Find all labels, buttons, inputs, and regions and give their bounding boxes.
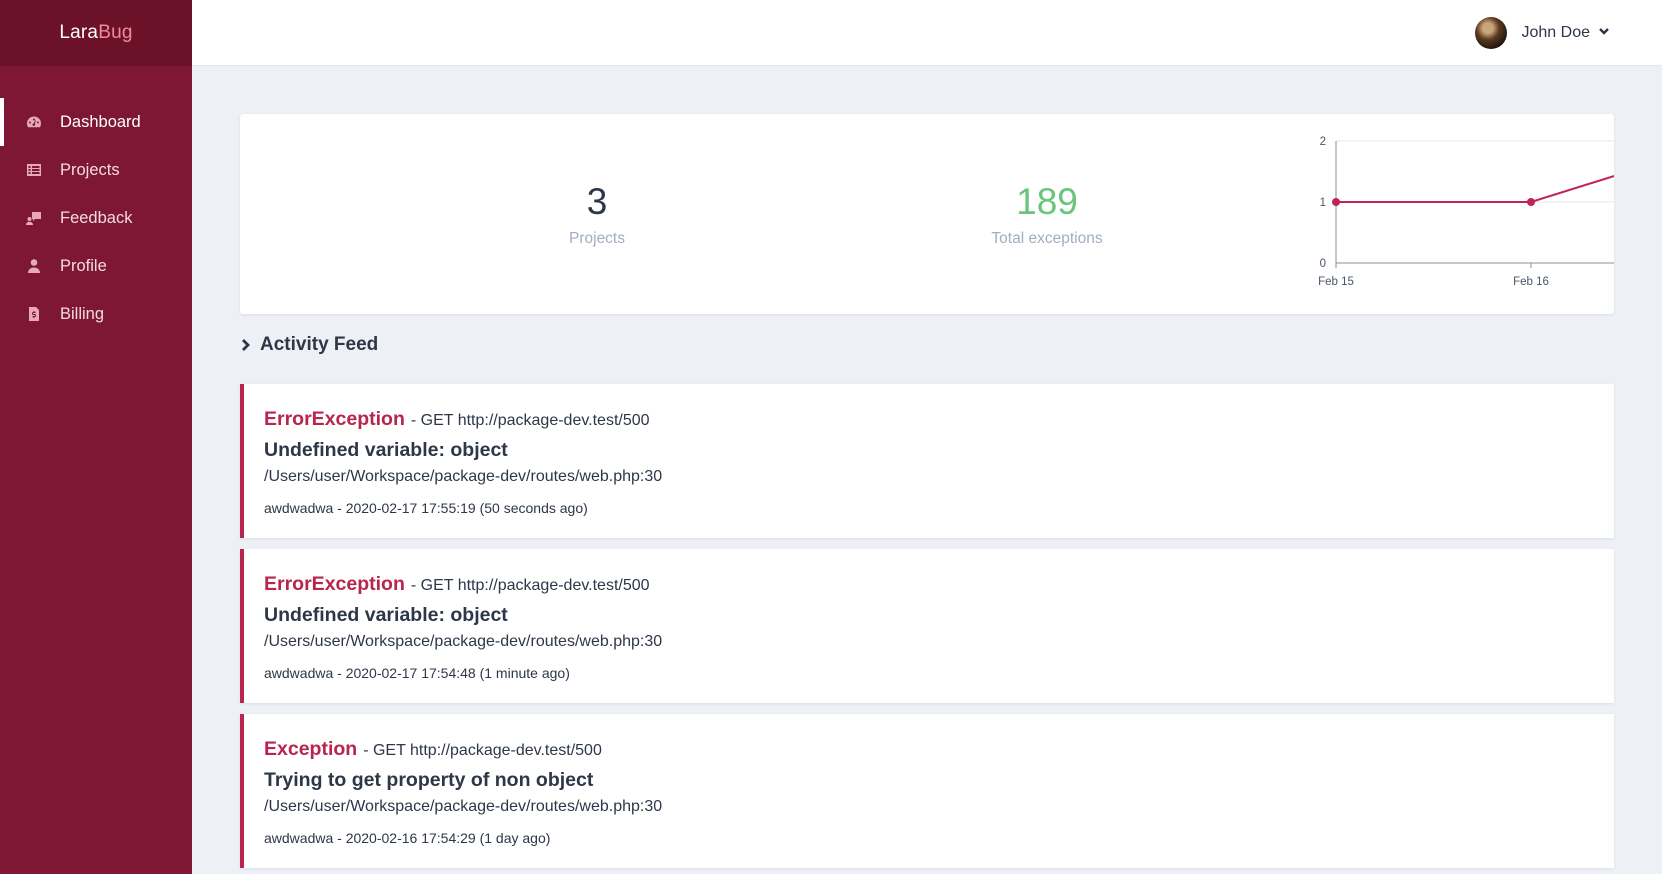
exceptions-count: 189 [1016, 181, 1078, 222]
exception-request: - GET http://package-dev.test/500 [410, 577, 650, 594]
exception-message: Trying to get property of non object [264, 769, 594, 791]
brand-name-part2: Bug [98, 22, 133, 43]
exception-file: /Users/user/Workspace/package-dev/routes… [264, 798, 663, 815]
projects-label: Projects [569, 230, 625, 247]
sidebar-item-profile[interactable]: Profile [0, 242, 192, 290]
feedback-icon [26, 210, 42, 226]
activity-feed-toggle[interactable]: Activity Feed [240, 334, 378, 356]
exceptions-label: Total exceptions [991, 230, 1103, 247]
exception-card[interactable]: ErrorException - GET http://package-dev.… [240, 549, 1614, 703]
sidebar-item-label: Billing [60, 304, 105, 323]
exception-meta: awdwadwa - 2020-02-17 17:54:48 (1 minute… [264, 665, 570, 681]
exceptions-stat: 189 Total exceptions [927, 182, 1167, 248]
chart-data-point [1332, 198, 1340, 206]
dashboard-icon [26, 114, 42, 130]
projects-count: 3 [586, 181, 608, 222]
sidebar-item-dashboard[interactable]: Dashboard [0, 98, 192, 146]
avatar[interactable] [1474, 17, 1507, 49]
sidebar-item-label: Dashboard [60, 112, 141, 131]
brand-logo[interactable]: Lara Bug [0, 0, 192, 66]
exception-file: /Users/user/Workspace/package-dev/routes… [264, 633, 663, 650]
top-header: John Doe [192, 0, 1662, 66]
exception-card[interactable]: Exception - GET http://package-dev.test/… [240, 714, 1614, 868]
exception-message: Undefined variable: object [264, 439, 508, 461]
sidebar-item-projects[interactable]: Projects [0, 146, 192, 194]
stats-card: 3 Projects 189 Total exceptions 0 1 2 Feb 1… [240, 114, 1614, 314]
sidebar-nav: Dashboard Projects Feedback Profile Bill… [0, 98, 192, 338]
activity-feed-title: Activity Feed [260, 334, 379, 355]
sidebar-item-label: Feedback [60, 208, 133, 227]
list-icon [26, 162, 42, 178]
chart-y-tick-label: 2 [1320, 136, 1326, 148]
exception-type-link[interactable]: ErrorException [264, 408, 405, 431]
sidebar-item-label: Profile [60, 256, 107, 275]
billing-icon [26, 306, 42, 322]
exceptions-line-chart: 012Feb 15Feb 16Feb 17 [1318, 136, 1614, 288]
exception-meta: awdwadwa - 2020-02-16 17:54:29 (1 day ag… [264, 830, 551, 846]
exception-file: /Users/user/Workspace/package-dev/routes… [264, 468, 663, 485]
exception-type-link[interactable]: Exception [264, 738, 357, 761]
brand-name-part1: Lara [59, 22, 99, 43]
chart-y-tick-label: 0 [1320, 258, 1326, 270]
chart-x-tick-label: Feb 15 [1318, 276, 1354, 288]
sidebar-item-label: Projects [60, 160, 120, 179]
chevron-down-icon[interactable] [1598, 24, 1610, 42]
exception-meta: awdwadwa - 2020-02-17 17:55:19 (50 secon… [264, 500, 588, 516]
exception-type-link[interactable]: ErrorException [264, 573, 405, 596]
user-icon [26, 258, 42, 274]
chart-data-point [1527, 198, 1535, 206]
chart-x-tick-label: Feb 16 [1513, 276, 1549, 288]
chart-series-line [1336, 174, 1614, 203]
chart-y-tick-label: 1 [1320, 197, 1326, 209]
exception-request: - GET http://package-dev.test/500 [410, 412, 650, 429]
sidebar-item-billing[interactable]: Billing [0, 290, 192, 338]
exception-card[interactable]: ErrorException - GET http://package-dev.… [240, 384, 1614, 538]
user-menu[interactable]: John Doe [1474, 17, 1611, 49]
projects-stat[interactable]: 3 Projects [477, 182, 717, 248]
chevron-right-icon [242, 339, 250, 351]
exception-request: - GET http://package-dev.test/500 [363, 742, 602, 759]
sidebar: Lara Bug Dashboard Projects Feedback Prof… [0, 0, 192, 874]
sidebar-item-feedback[interactable]: Feedback [0, 194, 192, 242]
user-name: John Doe [1521, 24, 1591, 41]
exception-message: Undefined variable: object [264, 604, 508, 626]
